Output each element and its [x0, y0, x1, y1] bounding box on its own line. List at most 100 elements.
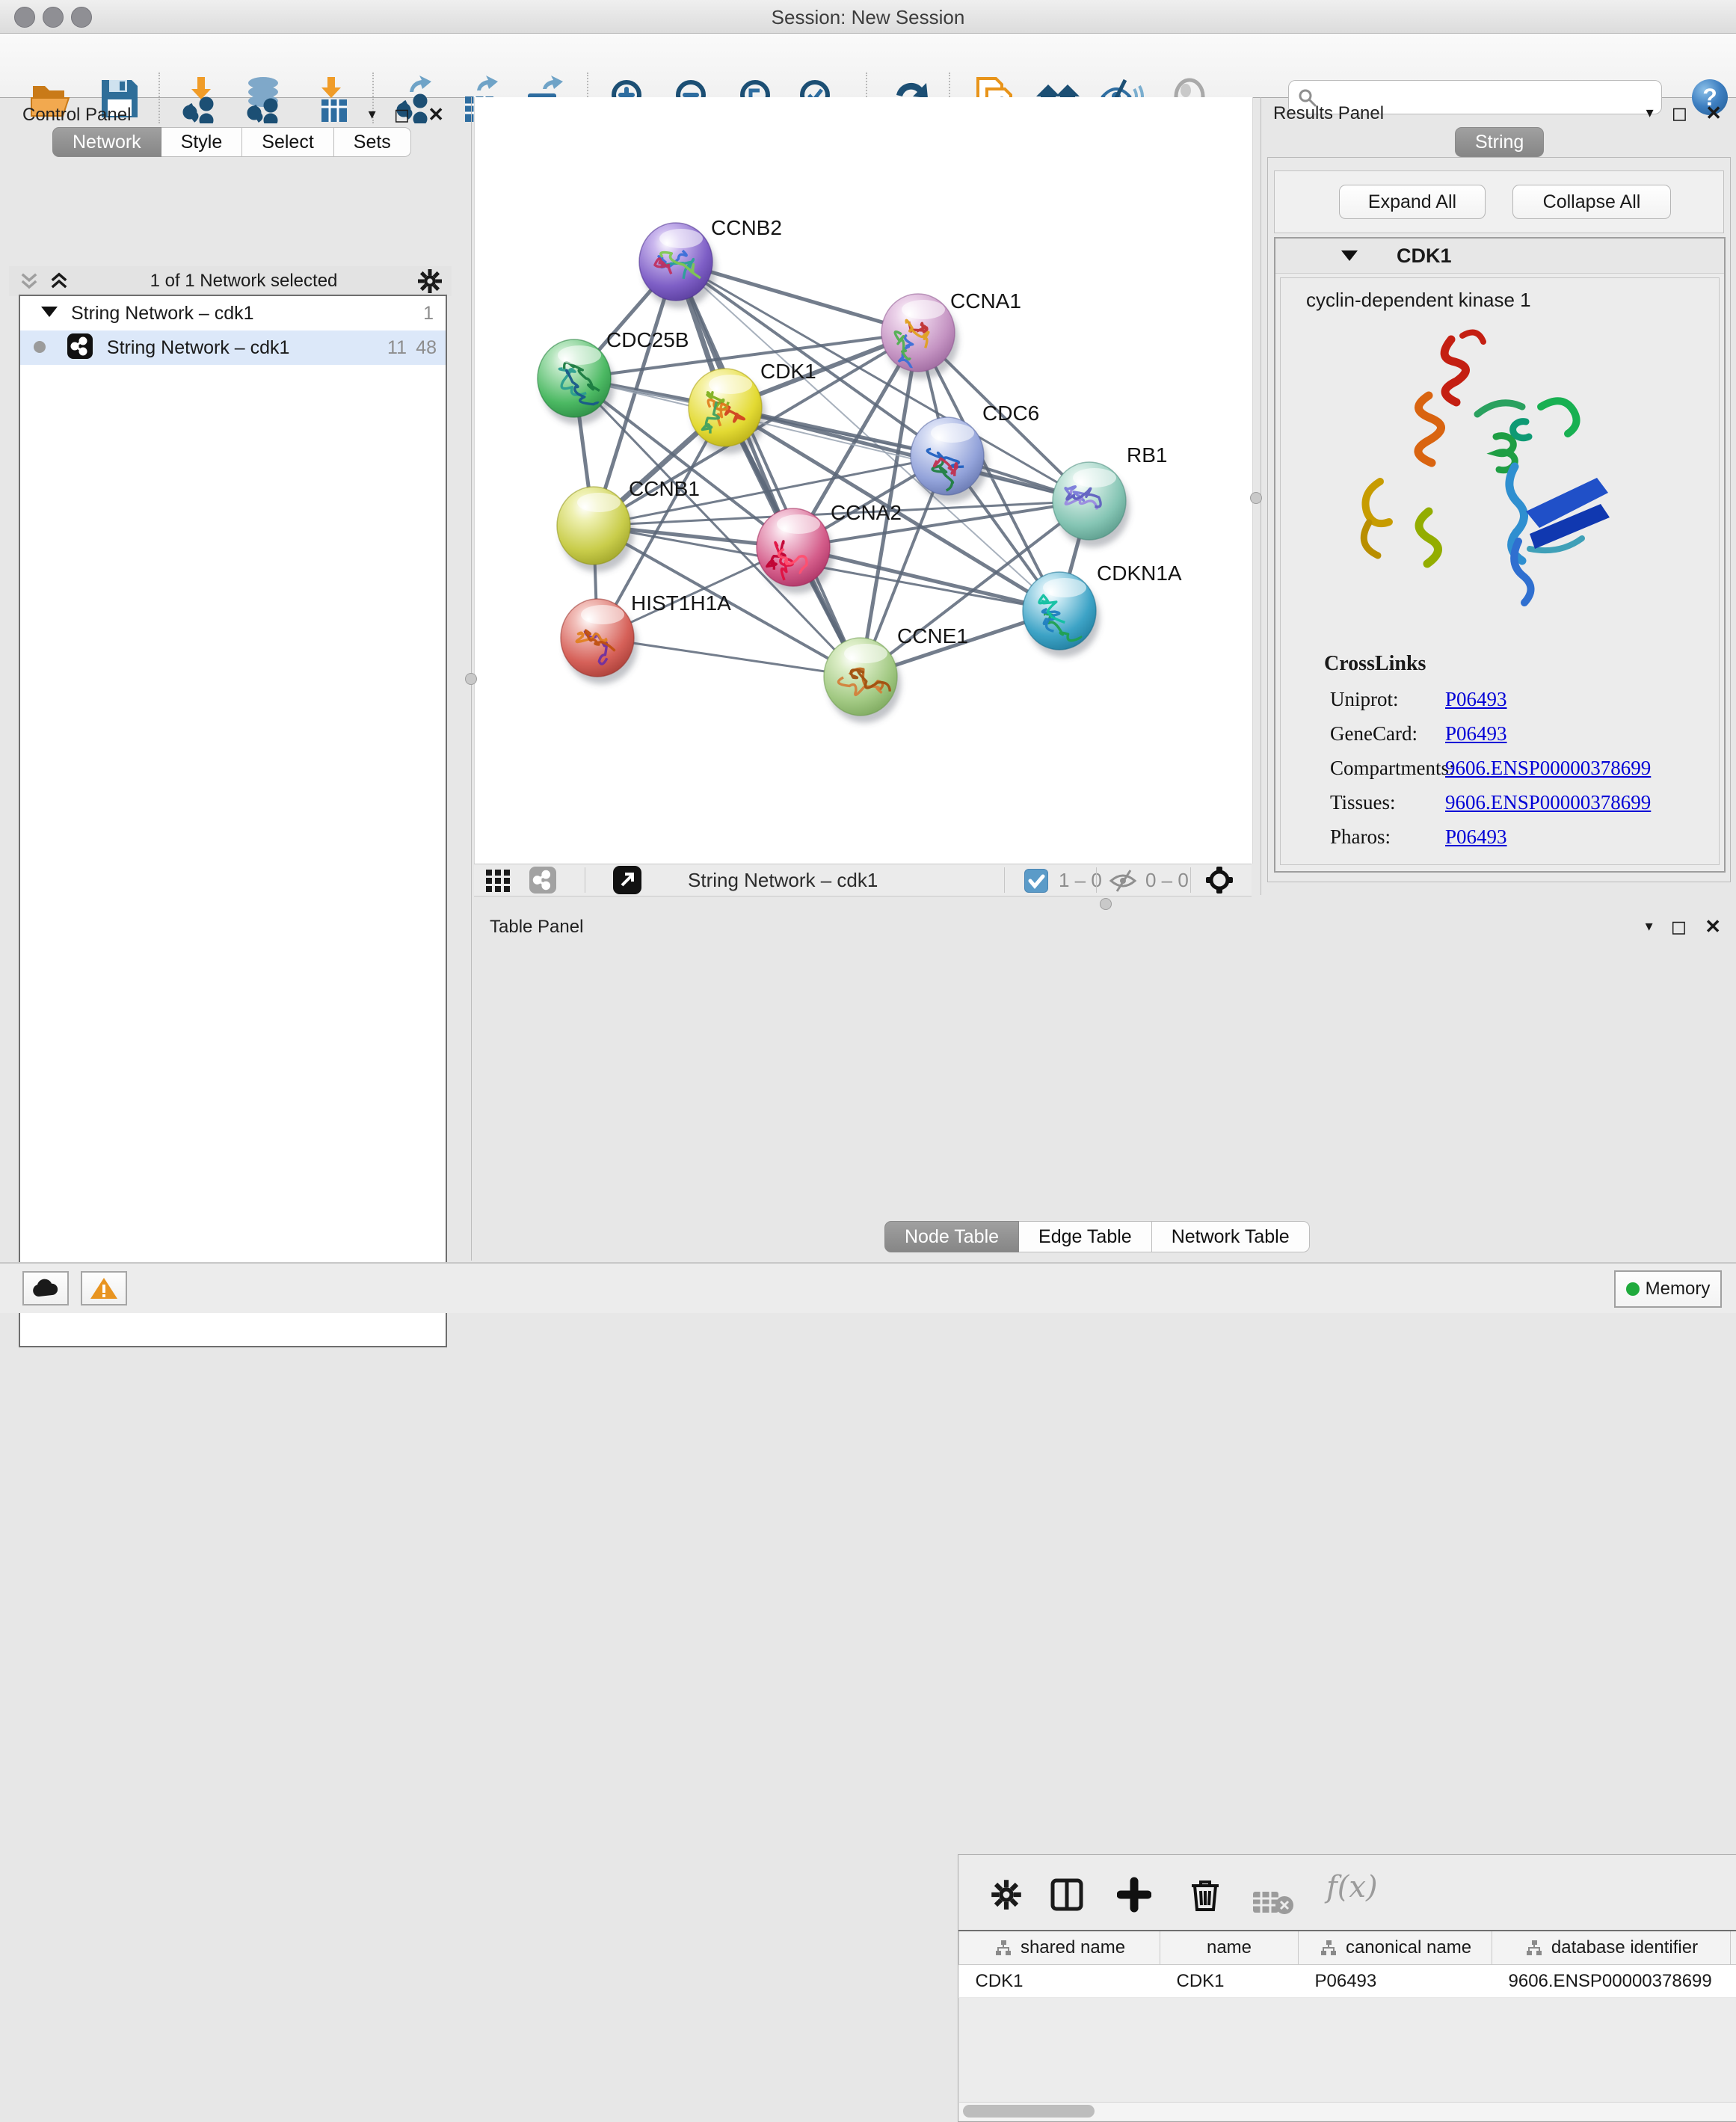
expand-all-button[interactable]: Expand All: [1339, 185, 1486, 219]
cloud-icon: [31, 1279, 60, 1298]
network-node-ccna1[interactable]: [881, 294, 958, 379]
panel-menu-icon[interactable]: ▾: [1646, 103, 1654, 123]
crosslink-label: Pharos:: [1330, 825, 1391, 849]
results-panel-title: Results Panel: [1273, 103, 1384, 124]
crosslink-value-link[interactable]: P06493: [1445, 722, 1507, 745]
panel-float-icon[interactable]: ◻: [1672, 103, 1688, 123]
network-node-ccnb2[interactable]: [639, 223, 716, 308]
node-label: CCNA1: [950, 289, 1021, 313]
table-options-gear-icon[interactable]: [991, 1876, 1022, 1913]
node-label: CCNE1: [897, 624, 968, 648]
crosslinks-title: CrossLinks: [1324, 652, 1426, 676]
node-label: CCNA2: [831, 501, 902, 524]
table-panel-title: Table Panel: [490, 917, 583, 938]
network-node-ccne1[interactable]: [824, 638, 901, 723]
network-options-gear-icon[interactable]: [417, 268, 443, 294]
column-header-name[interactable]: name: [1160, 1931, 1299, 1965]
crosslink-row: Pharos: P06493: [1281, 819, 1719, 854]
table-horizontal-scrollbar[interactable]: [959, 2102, 1736, 2121]
tab-node-table[interactable]: Node Table: [884, 1221, 1019, 1252]
network-node-cdkn1a[interactable]: [1023, 572, 1100, 657]
delete-column-trash-icon[interactable]: [1189, 1876, 1222, 1913]
crosslink-value-link[interactable]: 9606.ENSP00000378699: [1445, 757, 1651, 780]
tab-network[interactable]: Network: [52, 127, 161, 157]
protein-structure-image: [1339, 325, 1646, 653]
results-splitter-handle[interactable]: [1250, 492, 1262, 504]
memory-status-dot: [1626, 1282, 1640, 1296]
crosslink-value-link[interactable]: P06493: [1445, 688, 1507, 711]
column-header-canonical-name[interactable]: canonical name: [1299, 1931, 1492, 1965]
tab-style[interactable]: Style: [161, 127, 243, 157]
collapse-all-button[interactable]: Collapse All: [1512, 185, 1671, 219]
table-content: f(x) shared namenamecanonical namedataba…: [958, 1854, 1736, 2122]
warnings-button[interactable]: [81, 1271, 127, 1306]
collapse-all-icon[interactable]: [18, 270, 40, 292]
network-node-cdc25b[interactable]: [538, 339, 615, 425]
separator: [1004, 867, 1005, 893]
panel-menu-icon[interactable]: ▾: [369, 105, 376, 124]
table-cell[interactable]: P06493: [1299, 1965, 1492, 1998]
column-header-database-identifier[interactable]: database identifier: [1492, 1931, 1731, 1965]
network-row-selected[interactable]: String Network – cdk1 11 48: [20, 330, 446, 365]
gene-header[interactable]: CDK1: [1275, 239, 1724, 274]
selected-nodes-checkbox[interactable]: [1024, 869, 1048, 893]
crosslink-value-link[interactable]: 9606.ENSP00000378699: [1445, 791, 1651, 814]
collection-expand-icon[interactable]: [41, 307, 58, 317]
column-header-description[interactable]: description: [1731, 1931, 1736, 1965]
tab-select[interactable]: Select: [242, 127, 333, 157]
warning-icon: [90, 1276, 118, 1300]
grid-view-icon[interactable]: [486, 870, 516, 892]
panel-close-icon[interactable]: ✕: [1705, 103, 1722, 123]
separator: [1190, 867, 1191, 893]
hidden-elements-eye-icon: [1108, 869, 1141, 893]
panel-close-icon[interactable]: ✕: [1705, 917, 1721, 936]
table-cell[interactable]: 9606.ENSP00000378699: [1492, 1965, 1731, 1998]
gene-collapse-icon[interactable]: [1341, 250, 1358, 261]
scrollbar-thumb[interactable]: [963, 2105, 1095, 2118]
node-label: CDK1: [760, 360, 816, 383]
column-header-shared-name[interactable]: shared name: [959, 1931, 1160, 1965]
crosslink-value-link[interactable]: P06493: [1445, 825, 1507, 849]
network-canvas[interactable]: CCNB2CCNA1CDC25BCDK1CDC6RB1CCNB1CCNA2CDK…: [474, 97, 1253, 864]
memory-label: Memory: [1646, 1279, 1711, 1300]
tab-string[interactable]: String: [1455, 127, 1544, 157]
table-cell[interactable]: CDK1: [1160, 1965, 1299, 1998]
birds-eye-crosshair-icon[interactable]: [1205, 866, 1234, 894]
tab-network-table[interactable]: Network Table: [1152, 1221, 1310, 1252]
table-row[interactable]: CDK1CDK1P064939606.ENSP00000378699cyclin…: [959, 1965, 1736, 1998]
network-node-cdc6[interactable]: [911, 417, 988, 502]
horizontal-splitter-handle[interactable]: [1100, 898, 1112, 910]
panel-float-icon[interactable]: ◻: [394, 105, 410, 124]
network-collection-row[interactable]: String Network – cdk1 1: [20, 296, 446, 330]
network-view-title: String Network – cdk1: [688, 869, 878, 892]
tab-sets[interactable]: Sets: [334, 127, 411, 157]
add-column-icon[interactable]: [1117, 1876, 1151, 1913]
node-table[interactable]: shared namenamecanonical namedatabase id…: [958, 1930, 1736, 1998]
crosslink-label: GeneCard:: [1330, 722, 1418, 745]
share-view-icon[interactable]: [529, 867, 556, 894]
network-status-dot: [34, 341, 46, 353]
show-columns-icon[interactable]: [1050, 1876, 1084, 1913]
panel-float-icon[interactable]: ◻: [1671, 917, 1687, 936]
hidden-counts: 0 – 0: [1145, 869, 1189, 892]
table-cell[interactable]: CDK1: [959, 1965, 1160, 1998]
collection-count: 1: [423, 296, 434, 330]
table-cell[interactable]: cyclin-dependent ...: [1731, 1965, 1736, 1998]
open-in-window-icon[interactable]: [613, 866, 641, 894]
panel-close-icon[interactable]: ✕: [428, 105, 444, 124]
network-node-rb1[interactable]: [1053, 462, 1130, 547]
memory-button[interactable]: Memory: [1614, 1270, 1722, 1308]
network-node-cdk1[interactable]: [689, 369, 766, 454]
node-label: CDC6: [982, 402, 1039, 425]
vertical-splitter-handle[interactable]: [465, 673, 477, 685]
network-node-hist1h1a[interactable]: [561, 599, 638, 684]
tab-edge-table[interactable]: Edge Table: [1019, 1221, 1152, 1252]
network-edge-count: 48: [416, 330, 437, 365]
collection-label: String Network – cdk1: [71, 303, 254, 324]
network-label: String Network – cdk1: [107, 337, 290, 358]
expand-all-icon[interactable]: [48, 270, 70, 292]
main-toolbar: ?: [0, 34, 1736, 98]
panel-menu-icon[interactable]: ▾: [1646, 917, 1653, 936]
titlebar: Session: New Session: [0, 0, 1736, 34]
cloud-status-button[interactable]: [22, 1271, 69, 1306]
